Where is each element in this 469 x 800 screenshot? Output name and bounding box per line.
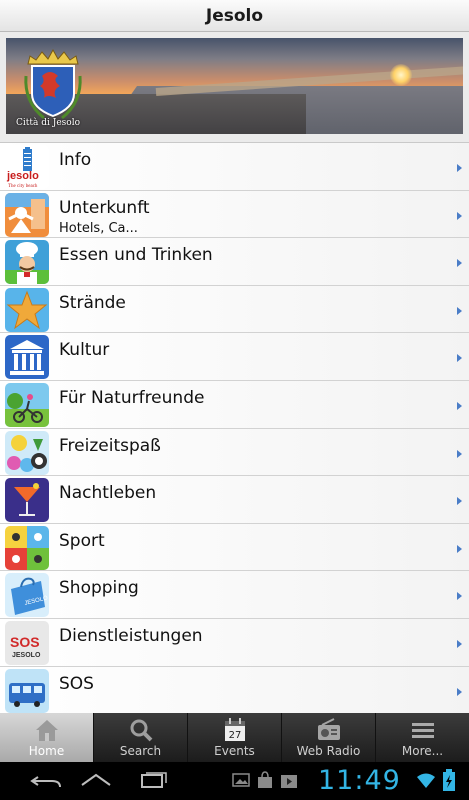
tab-search[interactable]: Search [94, 713, 188, 762]
svg-text:JESOLO: JESOLO [12, 652, 41, 659]
menu-item-fuer-naturfreunde[interactable]: Für Naturfreunde [0, 380, 469, 429]
tab-label: Home [28, 744, 65, 758]
search-icon [130, 719, 152, 742]
sports-icon [5, 525, 49, 570]
header-banner-image: Città di Jesolo [6, 38, 463, 134]
status-clock: 11:49 [318, 765, 401, 796]
chevron-right-icon [457, 449, 462, 458]
menu-item-freizeitspass[interactable]: Freizeitspaß [0, 428, 469, 477]
menu-item-unterkunft[interactable]: Unterkunft Hotels, Ca... [0, 190, 469, 239]
bus-icon [5, 668, 49, 713]
menu-item-dienstleistungen[interactable]: SOS JESOLO Dienstleistungen [0, 618, 469, 667]
sos-services-icon: SOS JESOLO [5, 620, 49, 665]
menu-item-label: Unterkunft [59, 197, 150, 218]
more-icon [411, 723, 434, 738]
chevron-right-icon [457, 211, 462, 220]
title-bar: Jesolo [0, 0, 469, 32]
city-crest-icon [24, 48, 82, 120]
tab-web-radio[interactable]: Web Radio [282, 713, 376, 762]
leisure-icon [5, 430, 49, 475]
menu-item-label: Shopping [59, 578, 139, 599]
wifi-icon [417, 773, 435, 788]
tab-label: Search [119, 744, 162, 758]
home-icon [35, 720, 58, 741]
temple-icon [5, 335, 49, 380]
chevron-right-icon [457, 164, 462, 172]
page-title: Jesolo [205, 5, 264, 26]
chevron-right-icon [457, 544, 462, 553]
chevron-right-icon [457, 639, 462, 648]
starfish-icon [5, 287, 49, 332]
radio-icon [317, 718, 340, 740]
battery-icon [443, 769, 455, 791]
bottom-tab-bar: Home Search 27 Events Web Radio More... [0, 713, 469, 762]
chevron-right-icon [457, 259, 462, 268]
tab-more[interactable]: More... [376, 713, 469, 762]
chevron-right-icon [457, 306, 462, 315]
tab-home[interactable]: Home [0, 713, 94, 762]
tab-label: Web Radio [296, 744, 361, 758]
menu-item-shopping[interactable]: JESOLO Shopping [0, 571, 469, 619]
menu-item-straende[interactable]: Strände [0, 285, 469, 334]
shopping-bag-icon: JESOLO [5, 573, 49, 618]
recent-apps-icon[interactable] [136, 769, 172, 793]
nature-cyclist-icon [5, 382, 49, 427]
chevron-right-icon [457, 497, 462, 506]
jesolo-logo-icon: jesolo The city beach [5, 145, 49, 189]
menu-item-label: Kultur [59, 340, 110, 361]
chevron-right-icon [457, 401, 462, 410]
menu-item-sport[interactable]: Sport [0, 523, 469, 572]
notification-icons [232, 771, 298, 789]
calendar-icon: 27 [224, 718, 245, 741]
system-nav-bar: 11:49 [0, 762, 469, 800]
cocktail-icon [5, 478, 49, 523]
chevron-right-icon [457, 592, 462, 601]
menu-item-info[interactable]: jesolo The city beach Info [0, 143, 469, 191]
chevron-right-icon [457, 354, 462, 363]
shopping-bag-status-icon [258, 771, 272, 788]
svg-text:The city beach: The city beach [8, 184, 38, 189]
banner-area: Città di Jesolo [0, 32, 469, 142]
menu-item-label: Freizeitspaß [59, 435, 161, 456]
menu-item-label: Dienstleistungen [59, 625, 203, 646]
menu-item-label: Info [59, 150, 92, 170]
calendar-day: 27 [228, 730, 241, 741]
gallery-icon [232, 773, 250, 787]
menu-item-sos[interactable]: SOS [0, 666, 469, 715]
crest-caption: Città di Jesolo [16, 118, 80, 128]
sunset-sun [390, 64, 412, 86]
menu-item-label: Nachtleben [59, 483, 157, 504]
menu-item-essen-und-trinken[interactable]: Essen und Trinken [0, 238, 469, 286]
tab-events[interactable]: 27 Events [188, 713, 282, 762]
menu-list: jesolo The city beach Info Unterkunft Ho… [0, 142, 469, 715]
menu-item-kultur[interactable]: Kultur [0, 333, 469, 381]
back-icon[interactable] [28, 769, 64, 793]
menu-item-label: SOS [59, 673, 94, 694]
chevron-right-icon [457, 687, 462, 696]
menu-item-label: Für Naturfreunde [59, 387, 205, 408]
svg-text:jesolo: jesolo [6, 170, 39, 182]
menu-item-label: Essen und Trinken [59, 245, 213, 266]
chef-icon [5, 240, 49, 285]
menu-item-nachtleben[interactable]: Nachtleben [0, 476, 469, 524]
accommodation-icon [5, 192, 49, 237]
play-store-icon [281, 775, 297, 788]
menu-item-label: Strände [59, 292, 126, 313]
home-system-icon[interactable] [78, 769, 114, 793]
menu-item-sublabel: Hotels, Ca... [59, 220, 138, 236]
svg-text:SOS: SOS [10, 634, 40, 650]
menu-item-label: Sport [59, 530, 105, 551]
tab-label: Events [214, 744, 255, 758]
tab-label: More... [401, 744, 444, 758]
